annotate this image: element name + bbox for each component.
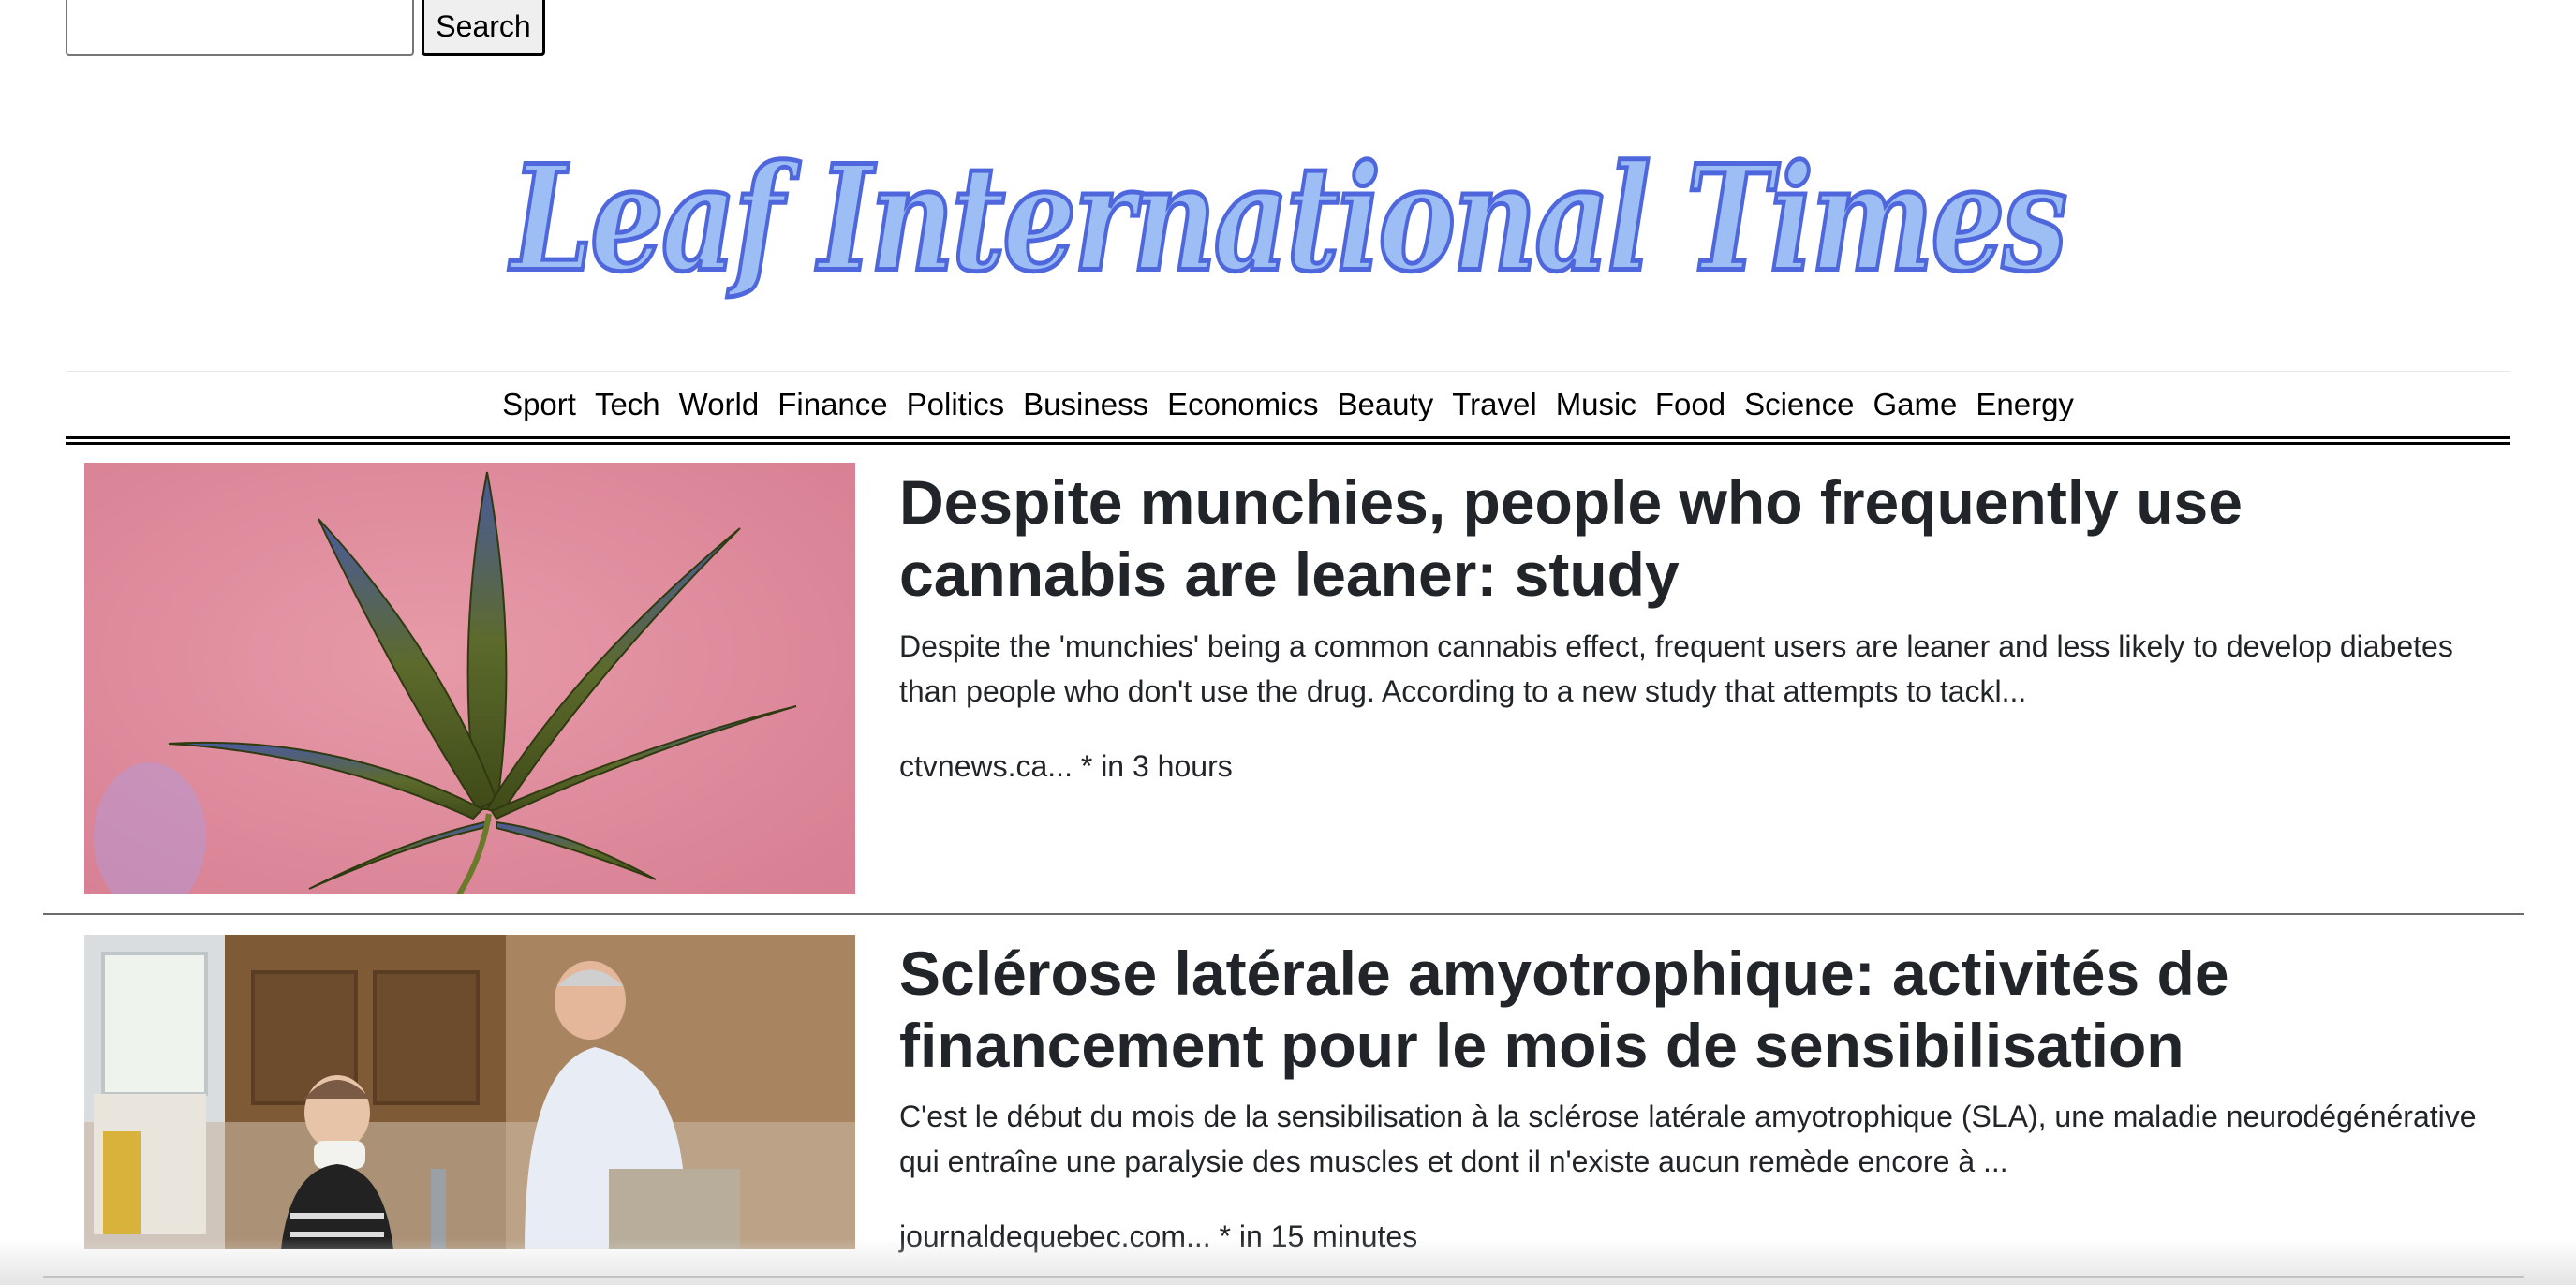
search-button[interactable]: Search [422,0,545,56]
site-logo[interactable]: Leaf International Times [510,109,2069,332]
nav-double-rule-top [66,436,2510,439]
article-summary: C'est le début du mois de la sensibilisa… [899,1100,2477,1178]
nav-item-tech[interactable]: Tech [595,387,660,422]
article-divider [43,1276,2524,1278]
nav-double-rule-bottom [66,442,2510,445]
article-divider [43,913,2524,915]
article-title[interactable]: Sclérose latérale amyotrophique: activit… [899,938,2482,1082]
article-meta: journaldequebec.com... * in 15 minutes [899,1219,1418,1253]
nav-item-politics[interactable]: Politics [907,387,1005,422]
nav-item-travel[interactable]: Travel [1452,387,1536,422]
nav-item-finance[interactable]: Finance [777,387,887,422]
nav-top-divider [66,371,2510,372]
search-bar: Search [66,0,545,56]
nav-item-game[interactable]: Game [1873,387,1958,422]
elderly-couple-photo [84,935,855,1249]
nav-item-food[interactable]: Food [1655,387,1725,422]
nav-item-science[interactable]: Science [1744,387,1854,422]
search-input[interactable] [66,0,414,56]
nav-item-business[interactable]: Business [1023,387,1148,422]
nav-item-economics[interactable]: Economics [1167,387,1318,422]
nav-item-beauty[interactable]: Beauty [1337,387,1433,422]
article-meta: ctvnews.ca... * in 3 hours [899,749,1233,783]
cannabis-leaf-photo [84,463,855,894]
article-title[interactable]: Despite munchies, people who frequently … [899,466,2482,611]
article-image[interactable] [84,935,855,1249]
article-image[interactable] [84,463,855,894]
nav-item-music[interactable]: Music [1556,387,1636,422]
article-summary: Despite the 'munchies' being a common ca… [899,629,2453,708]
nav-item-world[interactable]: World [679,387,760,422]
nav-item-sport[interactable]: Sport [502,387,576,422]
masthead: Leaf International Times [0,131,2576,309]
category-nav: Sport Tech World Finance Politics Busine… [66,375,2510,435]
nav-item-energy[interactable]: Energy [1976,387,2074,422]
